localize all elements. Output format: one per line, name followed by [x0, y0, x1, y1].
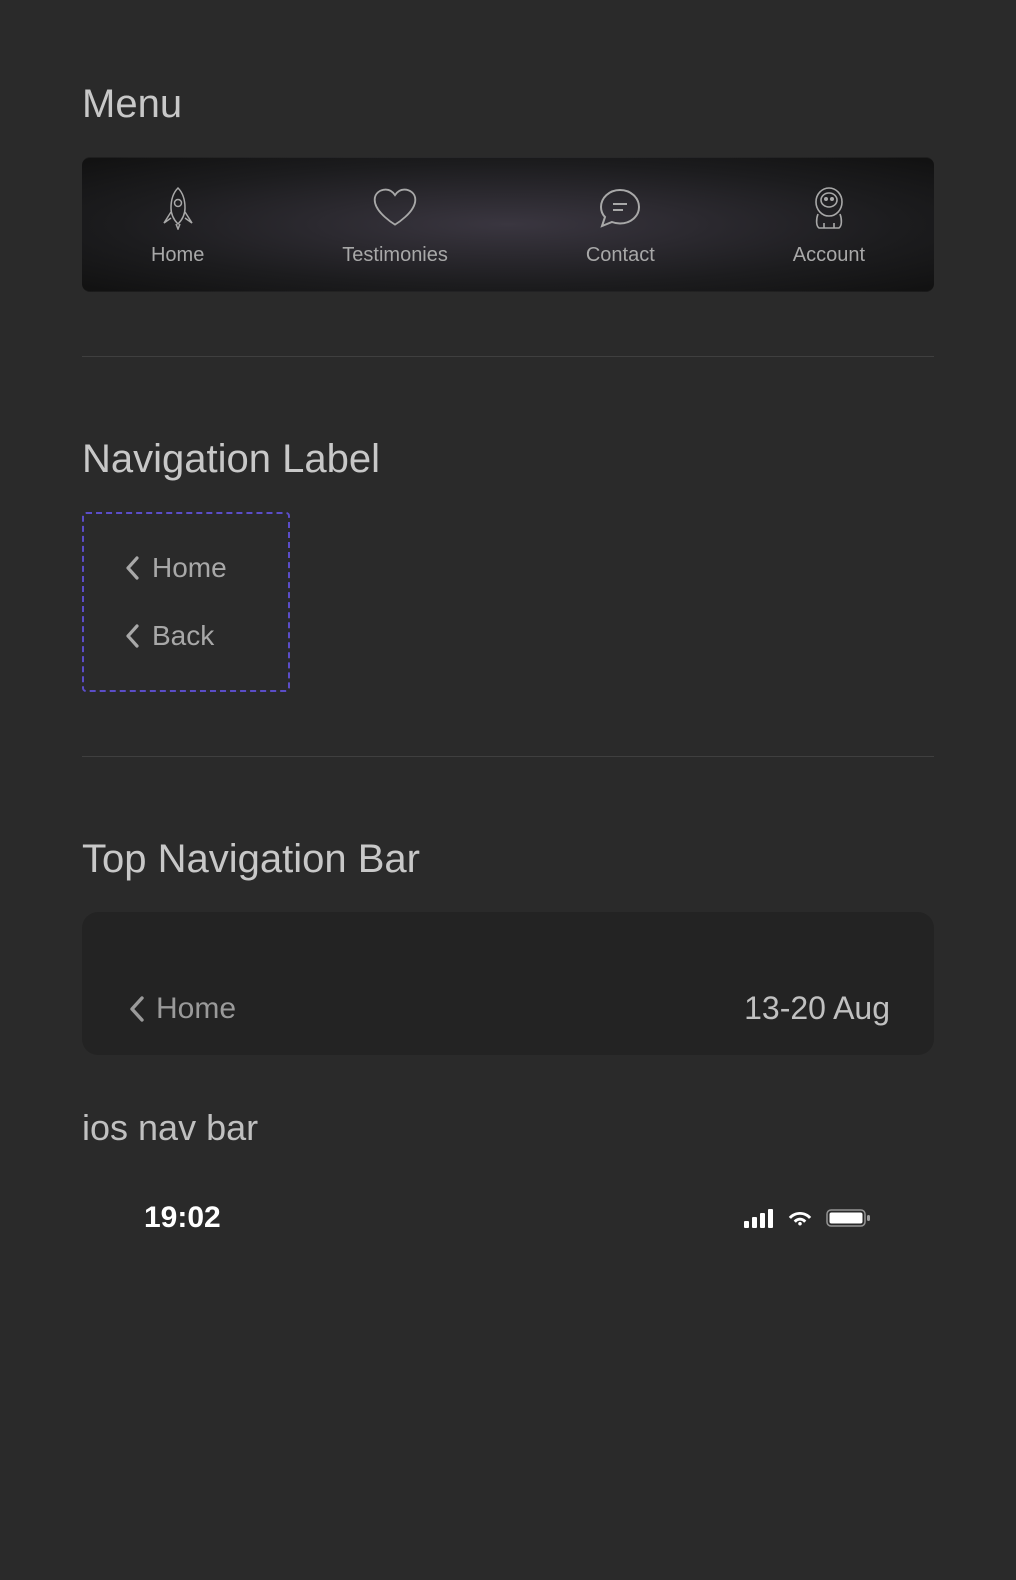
cellular-signal-icon [744, 1208, 774, 1228]
menu-item-contact[interactable]: Contact [586, 184, 655, 267]
chevron-left-icon [122, 622, 144, 650]
navigation-label-section: Navigation Label Home Back [82, 437, 934, 692]
nav-label-back[interactable]: Back [122, 620, 250, 652]
menu-bar: Home Testimonies Contact [82, 157, 934, 292]
menu-label: Account [793, 244, 865, 267]
heart-icon [371, 184, 419, 232]
astronaut-icon [805, 184, 853, 232]
ios-status-icons [744, 1208, 872, 1228]
menu-section: Menu Home Testimonies [82, 82, 934, 292]
section-title-menu: Menu [82, 82, 934, 127]
divider [82, 756, 934, 757]
section-title-ios: ios nav bar [82, 1107, 934, 1149]
top-nav-date-range: 13-20 Aug [744, 990, 890, 1027]
nav-label-text: Back [152, 620, 214, 652]
top-navigation-bar-section: Top Navigation Bar Home 13-20 Aug ios na… [82, 837, 934, 1235]
top-nav-back[interactable]: Home [126, 992, 236, 1026]
chevron-left-icon [126, 994, 148, 1024]
chevron-left-icon [122, 554, 144, 582]
menu-item-testimonies[interactable]: Testimonies [342, 184, 448, 267]
nav-label-text: Home [152, 552, 227, 584]
divider [82, 356, 934, 357]
top-nav-back-label: Home [156, 992, 236, 1026]
menu-label: Testimonies [342, 244, 448, 267]
nav-label-home[interactable]: Home [122, 552, 250, 584]
top-nav-bar: Home 13-20 Aug [82, 912, 934, 1055]
section-title-nav-label: Navigation Label [82, 437, 934, 482]
section-title-top-nav: Top Navigation Bar [82, 837, 934, 882]
selection-outline: Home Back [82, 512, 290, 692]
battery-icon [826, 1208, 872, 1228]
ios-time: 19:02 [144, 1201, 221, 1235]
menu-item-account[interactable]: Account [793, 184, 865, 267]
rocket-icon [154, 184, 202, 232]
ios-status-bar: 19:02 [82, 1201, 934, 1235]
wifi-icon [786, 1208, 814, 1228]
menu-item-home[interactable]: Home [151, 184, 204, 267]
menu-label: Contact [586, 244, 655, 267]
chat-icon [596, 184, 644, 232]
menu-label: Home [151, 244, 204, 267]
